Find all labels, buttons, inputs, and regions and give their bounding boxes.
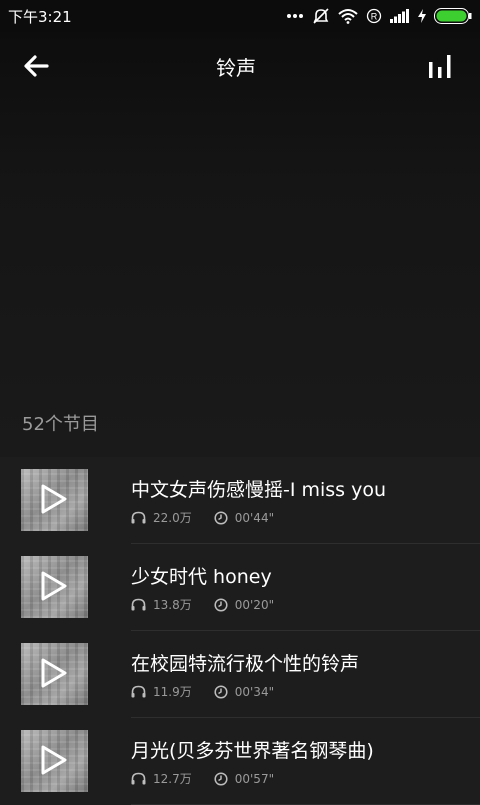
thumbnail[interactable]	[21, 469, 88, 531]
play-count: 22.0万	[131, 509, 192, 526]
list-item[interactable]: 少女时代 honey 13.8万 00'20"	[0, 544, 480, 631]
status-time: 下午3:21	[8, 7, 72, 26]
charging-icon	[418, 9, 426, 23]
ringtone-list: 中文女声伤感慢摇-I miss you 22.0万 00'44" 少女时代 ho…	[0, 457, 480, 805]
battery-icon	[434, 8, 472, 24]
play-count-value: 12.7万	[153, 772, 192, 786]
thumbnail[interactable]	[21, 730, 88, 792]
arrow-left-icon	[24, 55, 49, 77]
duration-value: 00'34"	[234, 684, 275, 699]
duration-value: 00'44"	[234, 510, 275, 525]
item-title: 在校园特流行极个性的铃声	[131, 653, 360, 675]
item-meta: 11.9万 00'34"	[131, 683, 296, 700]
roaming-r-icon: R	[366, 8, 382, 24]
item-title: 中文女声伤感慢摇-I miss you	[131, 479, 387, 501]
duration: 00'57"	[214, 772, 274, 786]
play-icon	[41, 745, 67, 775]
clock-icon	[214, 597, 228, 612]
svg-text:R: R	[371, 12, 378, 22]
more-dots-icon	[287, 14, 303, 18]
play-icon	[41, 658, 67, 688]
play-icon	[41, 484, 67, 514]
header: 铃声	[0, 32, 480, 100]
list-item[interactable]: 月光(贝多芬世界著名钢琴曲) 12.7万 00'57"	[0, 718, 480, 805]
mute-icon	[313, 8, 329, 24]
play-count-value: 11.9万	[153, 685, 192, 699]
program-count: 52个节目	[22, 414, 99, 435]
status-icons: R	[286, 7, 472, 25]
duration: 00'34"	[214, 685, 274, 699]
clock-icon	[214, 510, 228, 525]
headphones-icon	[131, 511, 146, 524]
wifi-icon	[338, 9, 358, 24]
list-item[interactable]: 在校园特流行极个性的铃声 11.9万 00'34"	[0, 631, 480, 718]
bar-chart-icon	[429, 55, 451, 78]
headphones-icon	[131, 772, 146, 785]
clock-icon	[214, 684, 228, 699]
thumbnail[interactable]	[21, 643, 88, 705]
item-meta: 12.7万 00'57"	[131, 770, 296, 787]
item-title: 月光(贝多芬世界著名钢琴曲)	[131, 740, 374, 762]
play-count: 11.9万	[131, 683, 192, 700]
headphones-icon	[131, 685, 146, 698]
duration-value: 00'57"	[234, 771, 275, 786]
duration-value: 00'20"	[234, 597, 275, 612]
thumbnail[interactable]	[21, 556, 88, 618]
item-meta: 22.0万 00'44"	[131, 509, 296, 526]
status-bar: 下午3:21 R	[0, 0, 480, 32]
play-count: 13.8万	[131, 596, 192, 613]
duration: 00'44"	[214, 511, 274, 525]
item-title: 少女时代 honey	[131, 566, 272, 588]
item-meta: 13.8万 00'20"	[131, 596, 296, 613]
back-button[interactable]	[0, 32, 72, 100]
play-icon	[41, 571, 67, 601]
stats-button[interactable]	[400, 32, 480, 100]
duration: 00'20"	[214, 598, 274, 612]
play-count-value: 22.0万	[153, 511, 192, 525]
clock-icon	[214, 771, 228, 786]
headphones-icon	[131, 598, 146, 611]
play-count: 12.7万	[131, 770, 192, 787]
list-item[interactable]: 中文女声伤感慢摇-I miss you 22.0万 00'44"	[0, 457, 480, 544]
play-count-value: 13.8万	[153, 598, 192, 612]
page-title: 铃声	[216, 55, 256, 80]
signal-icon	[390, 9, 409, 23]
